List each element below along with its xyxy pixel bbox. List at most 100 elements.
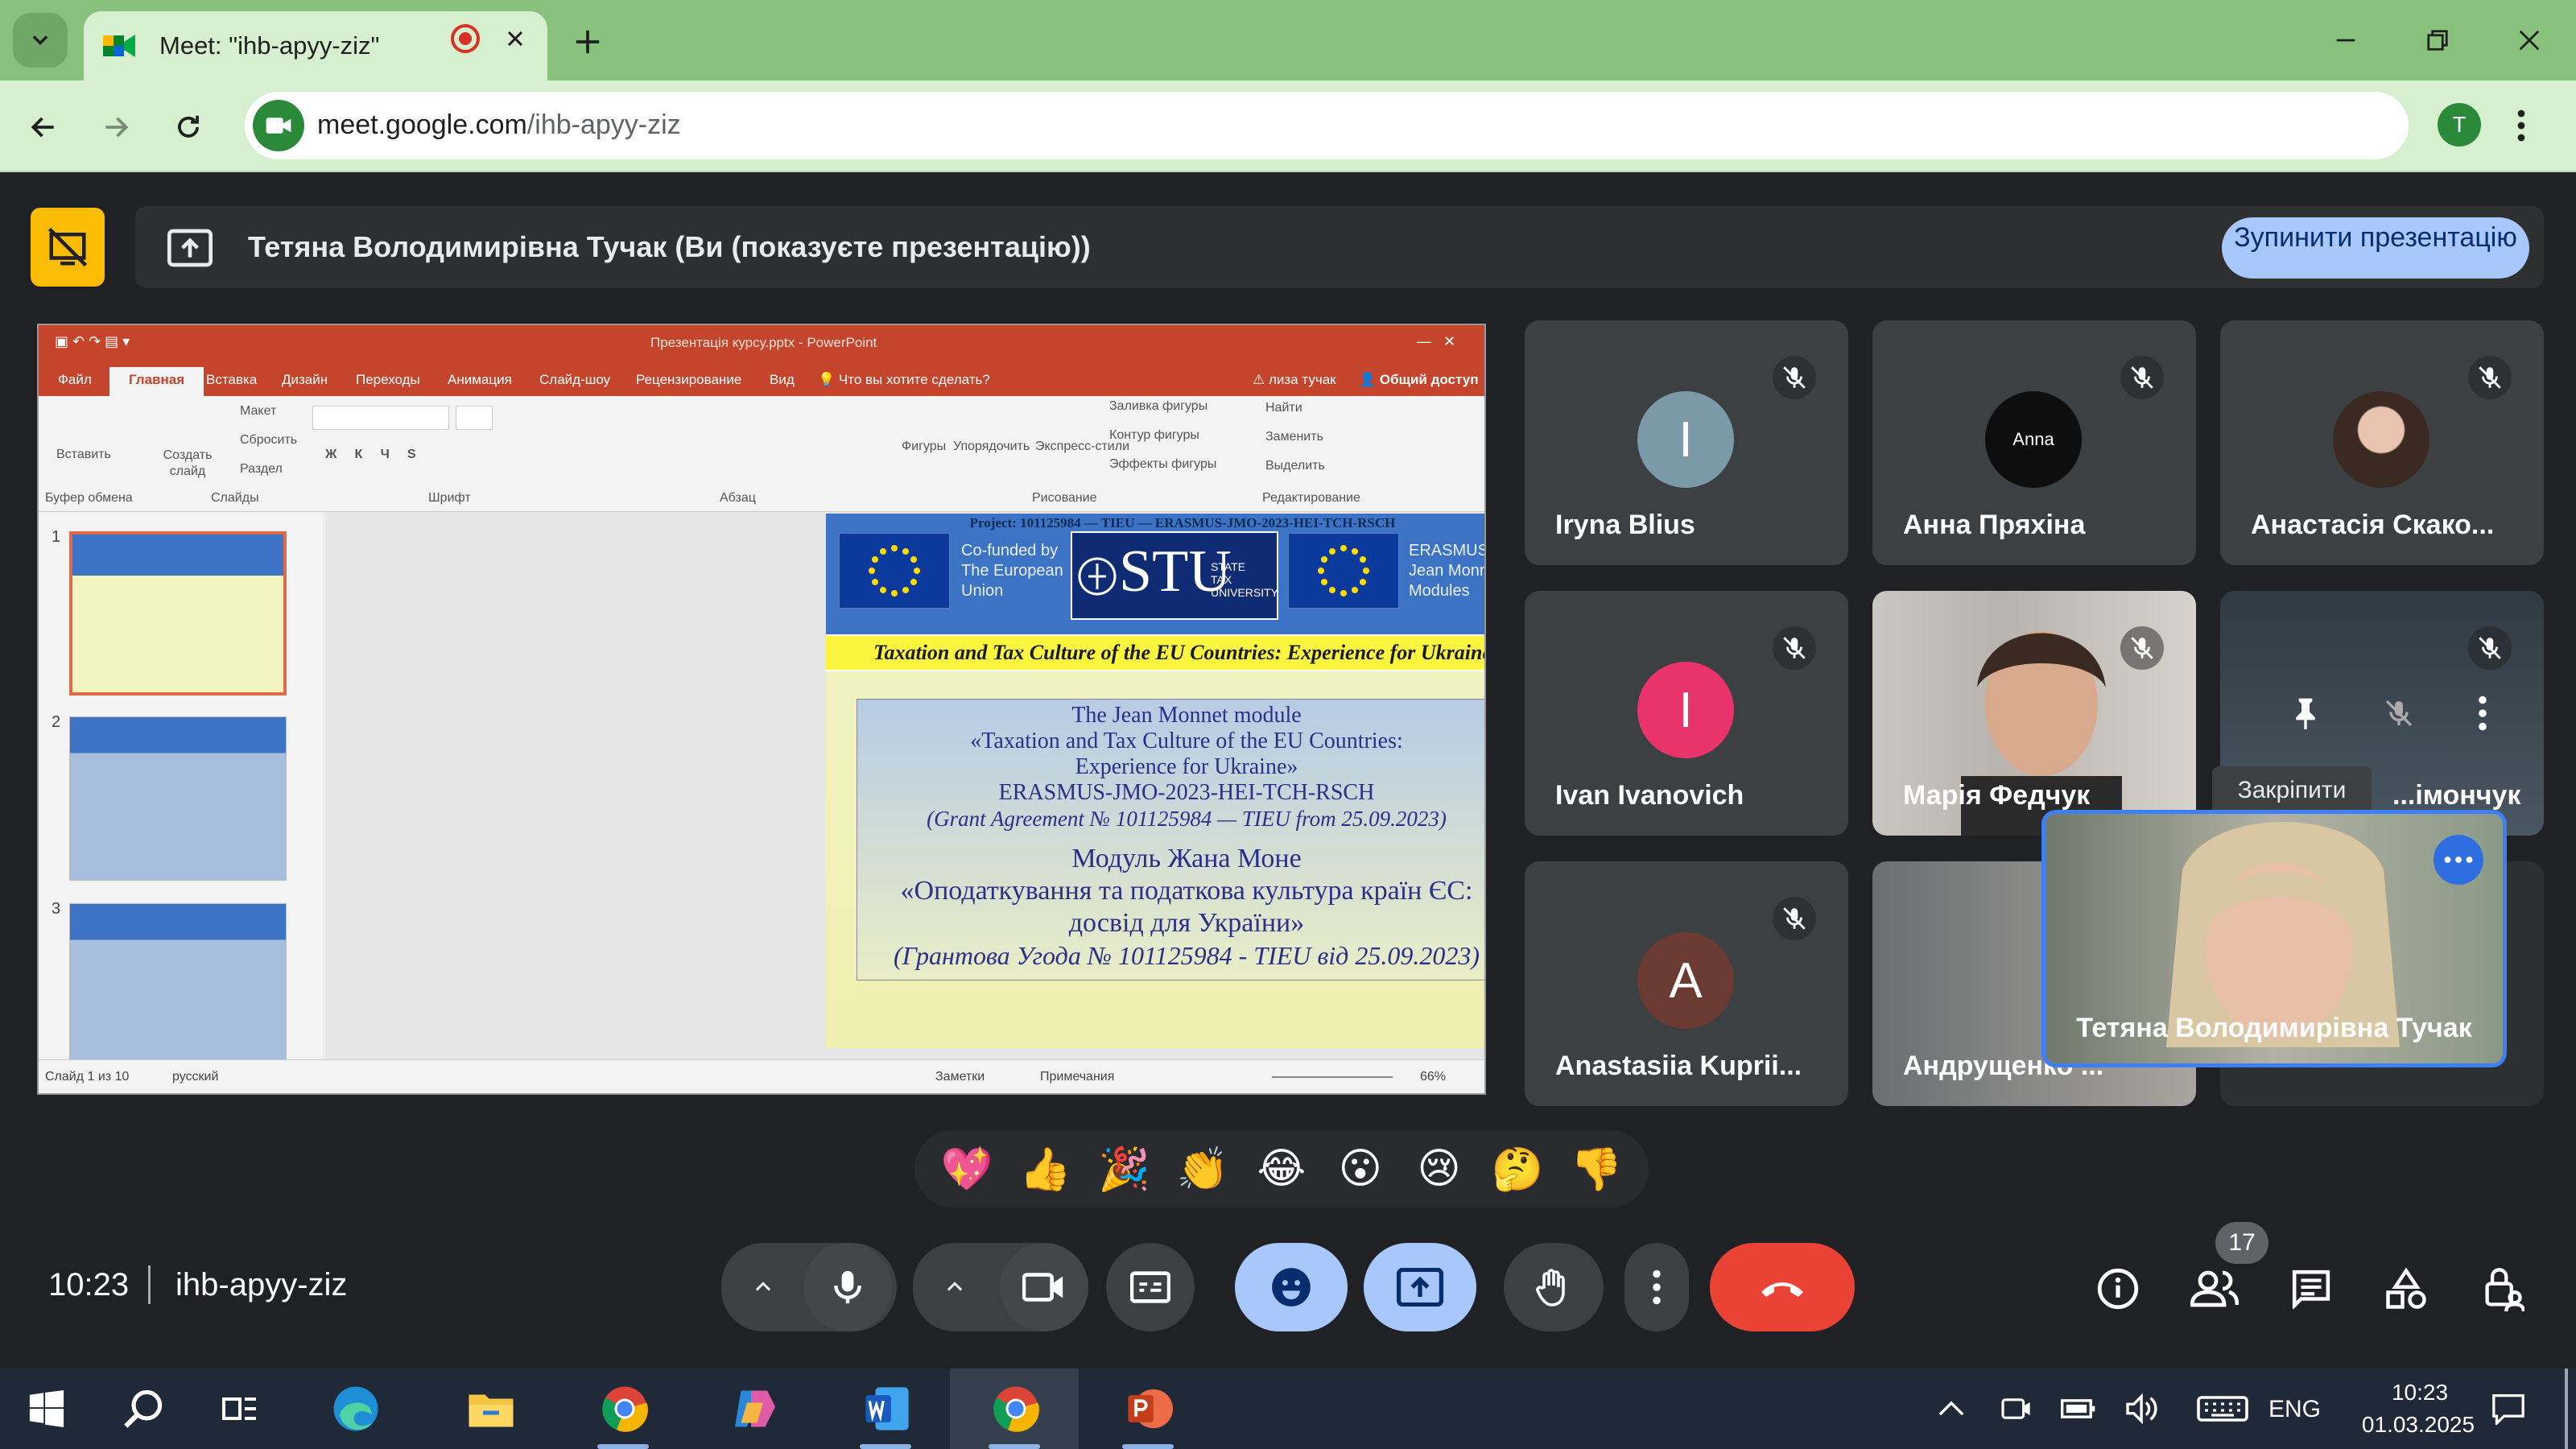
ppt-share-button[interactable]: 👤 Общий доступ bbox=[1359, 372, 1478, 388]
ppt-reset-button[interactable]: Сбросить bbox=[240, 433, 297, 448]
reaction-thinking[interactable]: 🤔 bbox=[1481, 1137, 1554, 1201]
ppt-tab-insert[interactable]: Вставка bbox=[206, 372, 257, 388]
ppt-outline-button[interactable]: Контур фигуры bbox=[1109, 428, 1199, 443]
start-button[interactable] bbox=[18, 1380, 76, 1438]
reaction-surprised[interactable]: 😮 bbox=[1324, 1137, 1397, 1201]
notifications-button[interactable] bbox=[2479, 1380, 2537, 1438]
participant-tile[interactable]: A Anastasiia Kuprii... bbox=[1525, 861, 1848, 1106]
host-controls-button[interactable] bbox=[2475, 1261, 2531, 1317]
reaction-heart[interactable]: 💖 bbox=[931, 1137, 1003, 1201]
address-bar[interactable]: meet.google.com/ihb-apyy-ziz bbox=[245, 92, 2409, 159]
edge-app[interactable] bbox=[327, 1380, 385, 1438]
activities-button[interactable] bbox=[2378, 1261, 2434, 1317]
show-desktop-button[interactable] bbox=[2565, 1368, 2568, 1449]
minimize-window-button[interactable] bbox=[2322, 19, 2370, 61]
current-slide[interactable]: Project: 101125984 — TIEU — ERASMUS-JMO-… bbox=[826, 514, 1484, 1048]
ppt-effects-button[interactable]: Эффекты фигуры bbox=[1109, 457, 1216, 472]
ppt-arrange-button[interactable]: Упорядочить bbox=[953, 440, 1030, 454]
ppt-font-size-input[interactable] bbox=[456, 406, 493, 430]
tray-clock-time[interactable]: 10:23 bbox=[2370, 1380, 2470, 1406]
more-options-button[interactable] bbox=[1624, 1243, 1689, 1331]
slide-thumbnail[interactable] bbox=[69, 903, 287, 1067]
task-view-button[interactable] bbox=[211, 1380, 269, 1438]
site-info-icon[interactable] bbox=[253, 100, 304, 151]
ppt-section-button[interactable]: Раздел bbox=[240, 462, 283, 477]
close-tab-icon[interactable] bbox=[499, 23, 531, 55]
participant-tile[interactable]: I Iryna Blius bbox=[1525, 320, 1848, 565]
ppt-notes-button[interactable]: Заметки bbox=[935, 1070, 985, 1084]
ppt-new-slide-button[interactable]: Создать слайд bbox=[159, 448, 216, 480]
stop-spotlight-button[interactable] bbox=[31, 208, 105, 287]
browser-menu-icon[interactable] bbox=[2515, 109, 2528, 146]
ppt-tab-design[interactable]: Дизайн bbox=[282, 372, 328, 388]
ppt-font-format-icons[interactable]: ЖКЧS bbox=[325, 448, 434, 462]
ppt-tab-slideshow[interactable]: Слайд-шоу bbox=[539, 372, 610, 388]
restore-window-button[interactable] bbox=[2413, 19, 2462, 61]
ppt-tab-home[interactable]: Главная bbox=[109, 367, 204, 396]
participant-tile[interactable]: Анастасія Скако... bbox=[2220, 320, 2544, 565]
forward-button[interactable] bbox=[92, 103, 140, 151]
word-app[interactable] bbox=[858, 1380, 916, 1438]
video-settings-button[interactable] bbox=[913, 1243, 997, 1331]
meeting-details-button[interactable] bbox=[2090, 1261, 2146, 1317]
people-button[interactable] bbox=[2186, 1261, 2243, 1317]
input-language[interactable]: ENG bbox=[2268, 1396, 2321, 1423]
reaction-clap[interactable]: 👏 bbox=[1166, 1137, 1239, 1201]
show-hidden-icons-button[interactable] bbox=[1922, 1380, 1980, 1438]
tray-clock-date[interactable]: 01.03.2025 bbox=[2352, 1412, 2484, 1438]
file-explorer-app[interactable] bbox=[462, 1380, 520, 1438]
profile-avatar[interactable]: T bbox=[2438, 103, 2481, 147]
raise-hand-button[interactable] bbox=[1504, 1243, 1604, 1331]
leave-call-button[interactable] bbox=[1710, 1243, 1855, 1331]
ppt-replace-button[interactable]: Заменить bbox=[1265, 430, 1323, 444]
reaction-laugh[interactable]: 😂 bbox=[1245, 1137, 1318, 1201]
meet-now-tray-icon[interactable] bbox=[1987, 1380, 2045, 1438]
self-more-options-icon[interactable] bbox=[2434, 835, 2483, 885]
tab-search-button[interactable] bbox=[13, 13, 68, 68]
mute-participant-icon[interactable] bbox=[2378, 692, 2420, 734]
ppt-comments-button[interactable]: Примечания bbox=[1040, 1070, 1114, 1084]
present-now-button[interactable] bbox=[1364, 1243, 1476, 1331]
slide-thumbnail[interactable] bbox=[69, 716, 287, 881]
ppt-shapes-button[interactable]: Фигуры bbox=[902, 440, 946, 454]
new-tab-button[interactable] bbox=[568, 23, 607, 61]
microphone-button[interactable] bbox=[803, 1243, 892, 1331]
ppt-tab-view[interactable]: Вид bbox=[770, 372, 795, 388]
ppt-select-button[interactable]: Выделить bbox=[1265, 459, 1325, 473]
reaction-sad[interactable]: 😢 bbox=[1402, 1137, 1475, 1201]
close-window-button[interactable] bbox=[2505, 19, 2553, 61]
ppt-layout-button[interactable]: Макет bbox=[240, 404, 276, 419]
more-options-icon[interactable] bbox=[2462, 692, 2504, 734]
chrome-app-active[interactable] bbox=[987, 1380, 1045, 1438]
chrome-app[interactable] bbox=[596, 1380, 654, 1438]
chat-button[interactable] bbox=[2283, 1261, 2339, 1317]
ppt-tab-file[interactable]: Файл bbox=[58, 372, 92, 388]
reaction-party[interactable]: 🎉 bbox=[1088, 1137, 1160, 1201]
volume-tray-icon[interactable] bbox=[2114, 1380, 2172, 1438]
slide-thumbnail[interactable] bbox=[69, 531, 287, 696]
ppt-tab-animation[interactable]: Анимация bbox=[448, 372, 512, 388]
audio-settings-button[interactable] bbox=[721, 1243, 805, 1331]
participant-tile[interactable]: I Ivan Ivanovich bbox=[1525, 591, 1848, 836]
participant-tile[interactable]: Anna Анна Пряхіна bbox=[1872, 320, 2196, 565]
powerpoint-app[interactable] bbox=[1121, 1380, 1179, 1438]
ppt-zoom-slider[interactable] bbox=[1272, 1076, 1393, 1078]
ppt-tell-me[interactable]: 💡 Что вы хотите сделать? bbox=[818, 372, 990, 388]
ppt-find-button[interactable]: Найти bbox=[1265, 401, 1302, 415]
ppt-paste-button[interactable]: Вставить bbox=[56, 448, 111, 462]
self-view-tile[interactable]: Тетяна Володимирівна Тучак bbox=[2041, 810, 2507, 1067]
ppt-font-name-input[interactable] bbox=[312, 406, 449, 430]
reload-button[interactable] bbox=[164, 103, 213, 151]
copilot-app[interactable] bbox=[726, 1380, 784, 1438]
captions-button[interactable] bbox=[1106, 1243, 1195, 1331]
browser-tab-meet[interactable]: Meet: "ihb-apyy-ziz" bbox=[84, 11, 547, 80]
search-button[interactable] bbox=[114, 1380, 172, 1438]
ppt-tab-transitions[interactable]: Переходы bbox=[356, 372, 420, 388]
touch-keyboard-tray-icon[interactable] bbox=[2186, 1380, 2259, 1438]
camera-button[interactable] bbox=[1000, 1243, 1088, 1331]
pin-icon[interactable] bbox=[2285, 692, 2326, 734]
reaction-thumbs-up[interactable]: 👍 bbox=[1009, 1137, 1082, 1201]
back-button[interactable] bbox=[19, 103, 68, 151]
stop-presenting-button[interactable]: Зупинити презентацію bbox=[2222, 217, 2529, 279]
ppt-tab-review[interactable]: Рецензирование bbox=[636, 372, 741, 388]
